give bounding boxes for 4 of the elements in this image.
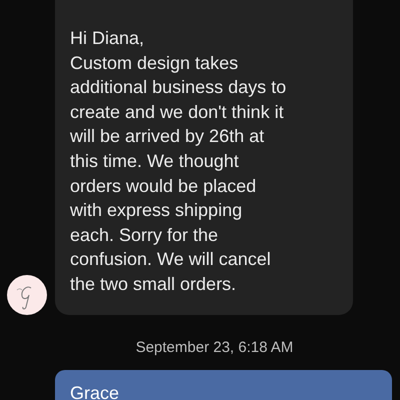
message-text: Grace <box>70 382 120 400</box>
avatar-icon <box>7 274 47 315</box>
message-text: Hi Diana, Custom design takes additional business days to create and we don't think it will be arrived by 26th at this time. We thought orders would be placed with express shipping each. Sorry for the confusion. We will cancel the two small orders. <box>70 27 288 296</box>
message-timestamp: September 23, 6:18 AM <box>134 338 294 356</box>
